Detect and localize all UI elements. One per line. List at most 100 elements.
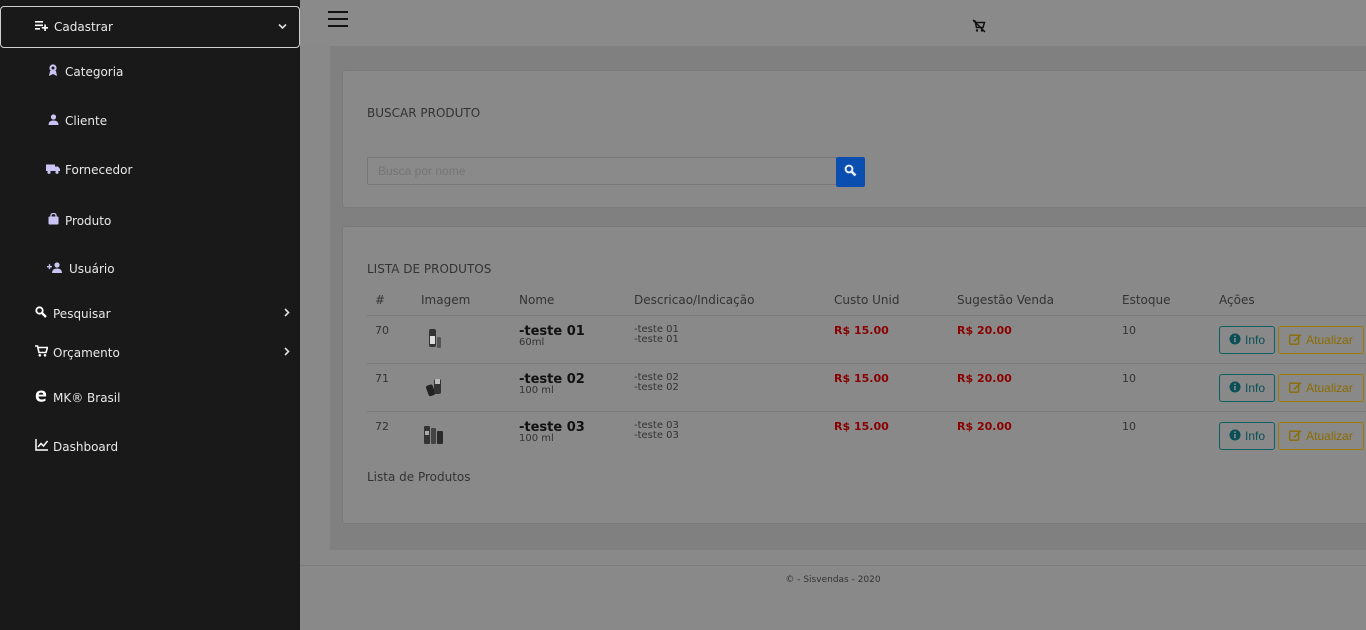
table-divider: [367, 411, 1366, 412]
sidebar: Cadastrar Categoria Cliente Fornecedor P…: [0, 0, 300, 630]
update-button[interactable]: Atualizar: [1278, 422, 1364, 450]
search-input[interactable]: [367, 157, 837, 185]
product-name-cell: -teste 02 100 ml: [519, 373, 585, 396]
column-header-image: Imagem: [421, 293, 471, 307]
hamburger-menu-icon[interactable]: [328, 11, 348, 29]
cart-icon: [34, 345, 49, 360]
product-size: 100 ml: [519, 433, 554, 444]
sidebar-item-dashboard[interactable]: Dashboard: [34, 439, 290, 454]
chevron-down-icon: [278, 22, 287, 33]
table-divider: [367, 363, 1366, 364]
edit-icon: [1289, 429, 1302, 444]
sidebar-item-usuario[interactable]: Usuário: [46, 262, 115, 276]
cost-value: R$ 15.00: [834, 324, 889, 337]
column-header-suggested-price: Sugestão Venda: [957, 293, 1054, 307]
playlist-add-icon: [35, 20, 48, 34]
table-divider: [367, 315, 1366, 316]
info-circle-icon: [1229, 381, 1241, 396]
edit-icon: [1289, 381, 1302, 396]
suggested-price-value: R$ 20.00: [957, 420, 1012, 433]
info-button[interactable]: Info: [1219, 326, 1275, 354]
sidebar-item-orcamento[interactable]: Orçamento: [34, 345, 290, 360]
user-plus-icon: [46, 262, 64, 276]
cost-value: R$ 15.00: [834, 372, 889, 385]
user-icon: [46, 114, 60, 128]
column-header-name: Nome: [519, 293, 555, 307]
sidebar-item-label: Fornecedor: [65, 163, 133, 177]
sidebar-item-label: Categoria: [65, 64, 124, 79]
sidebar-item-categoria[interactable]: Categoria: [46, 64, 123, 79]
product-name-cell: -teste 03 100 ml: [519, 421, 585, 444]
column-header-stock: Estoque: [1122, 293, 1171, 307]
sidebar-item-label: Dashboard: [53, 439, 119, 454]
description-line: -teste 02: [634, 382, 679, 393]
info-button[interactable]: Info: [1219, 374, 1275, 402]
sidebar-item-label: Produto: [65, 213, 112, 228]
stock-value: 10: [1122, 420, 1136, 433]
stock-value: 10: [1122, 372, 1136, 385]
product-description: -teste 01 -teste 01: [634, 325, 679, 345]
row-id: 70: [375, 324, 389, 337]
table-caption: Lista de Produtos: [367, 470, 471, 484]
sidebar-item-label: Usuário: [69, 262, 115, 276]
description-line: -teste 03: [634, 430, 679, 441]
product-thumbnail[interactable]: [423, 423, 445, 447]
product-name-cell: -teste 01 60ml: [519, 325, 585, 348]
sidebar-item-mk-brasil[interactable]: MK® Brasil: [34, 390, 290, 405]
sidebar-item-fornecedor[interactable]: Fornecedor: [46, 163, 132, 177]
row-id: 72: [375, 420, 389, 433]
sidebar-item-cadastrar[interactable]: Cadastrar: [0, 6, 300, 48]
sidebar-item-label: Cadastrar: [54, 20, 113, 34]
update-button-label: Atualizar: [1306, 381, 1353, 395]
sidebar-item-label: Orçamento: [53, 345, 120, 360]
product-thumbnail[interactable]: [423, 375, 445, 399]
suggested-price-value: R$ 20.00: [957, 324, 1012, 337]
search-button[interactable]: [836, 157, 865, 187]
footer-divider: [300, 565, 1366, 566]
info-circle-icon: [1229, 333, 1241, 348]
footer-text: © - Sisvendas - 2020: [785, 575, 881, 585]
search-card: BUSCAR PRODUTO: [342, 70, 1366, 208]
chevron-right-icon: [284, 346, 290, 359]
update-button-label: Atualizar: [1306, 333, 1353, 347]
edit-icon: [1289, 333, 1302, 348]
cost-value: R$ 15.00: [834, 420, 889, 433]
sidebar-item-label: MK® Brasil: [53, 390, 121, 405]
sidebar-item-produto[interactable]: Produto: [46, 212, 112, 228]
product-thumbnail[interactable]: [423, 327, 445, 351]
column-header-cost: Custo Unid: [834, 293, 900, 307]
sidebar-item-label: Cliente: [65, 114, 108, 128]
cart-off-icon[interactable]: [972, 19, 986, 37]
topbar: [300, 0, 1366, 46]
info-circle-icon: [1229, 429, 1241, 444]
update-button[interactable]: Atualizar: [1278, 326, 1364, 354]
search-icon: [844, 164, 857, 181]
row-id: 71: [375, 372, 389, 385]
column-header-id: #: [375, 293, 386, 307]
bag-icon: [46, 212, 60, 228]
suggested-price-value: R$ 20.00: [957, 372, 1012, 385]
product-description: -teste 02 -teste 02: [634, 373, 679, 393]
edge-icon: [34, 390, 48, 405]
stock-value: 10: [1122, 324, 1136, 337]
search-icon: [34, 306, 48, 321]
update-button[interactable]: Atualizar: [1278, 374, 1364, 402]
product-size: 60ml: [519, 337, 545, 348]
sidebar-item-label: Pesquisar: [53, 306, 111, 321]
product-description: -teste 03 -teste 03: [634, 421, 679, 441]
product-list-title: LISTA DE PRODUTOS: [367, 262, 492, 276]
update-button-label: Atualizar: [1306, 429, 1353, 443]
column-header-description: Descricao/Indicação: [634, 293, 755, 307]
info-button[interactable]: Info: [1219, 422, 1275, 450]
info-button-label: Info: [1244, 333, 1265, 347]
column-header-actions: Ações: [1219, 293, 1255, 307]
sidebar-item-pesquisar[interactable]: Pesquisar: [34, 306, 290, 321]
product-list-card: LISTA DE PRODUTOS # Imagem Nome Descrica…: [342, 226, 1366, 524]
description-line: -teste 01: [634, 334, 679, 345]
award-icon: [46, 64, 60, 79]
chart-line-icon: [34, 439, 48, 454]
info-button-label: Info: [1244, 381, 1265, 395]
search-card-title: BUSCAR PRODUTO: [367, 106, 481, 120]
chevron-right-icon: [284, 307, 290, 320]
sidebar-item-cliente[interactable]: Cliente: [46, 114, 107, 128]
